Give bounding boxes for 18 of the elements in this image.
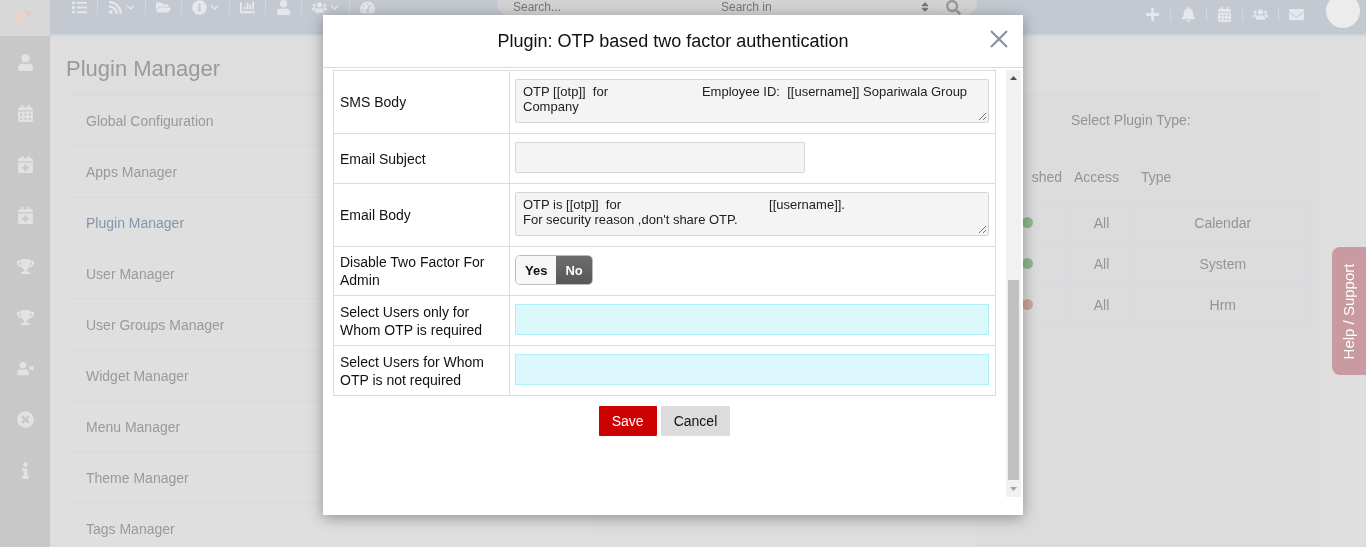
field-label: Email Body (334, 184, 510, 246)
table-cell: All (1068, 243, 1135, 285)
field-label: Email Subject (334, 134, 510, 183)
column-header: Type (1135, 152, 1311, 203)
table-cell: All (1068, 202, 1135, 244)
field-label: Select Users only for Whom OTP is required (334, 296, 510, 345)
table-cell: All (1068, 284, 1135, 326)
table-cell: Hrm (1135, 284, 1311, 326)
table-cell: System (1135, 243, 1311, 285)
dialog-title: Plugin: OTP based two factor authentication (497, 30, 849, 52)
page-title: Plugin Manager (66, 56, 222, 82)
column-header: Access (1068, 152, 1135, 203)
plugin-type-label: Select Plugin Type: (1071, 112, 1191, 130)
field-label: Select Users for Whom OTP is not required (334, 346, 510, 395)
field-label: Disable Two Factor For Admin (334, 247, 510, 295)
table-cell: Calendar (1135, 202, 1311, 244)
column-header: shed (986, 152, 1068, 203)
field-label: SMS Body (334, 71, 510, 133)
